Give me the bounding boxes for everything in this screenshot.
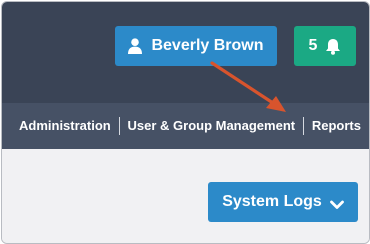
chevron-down-icon (329, 197, 344, 209)
nav-item-administration[interactable]: Administration (2, 117, 119, 135)
top-header: Beverly Brown 5 (2, 2, 369, 103)
nav-item-user-group-management[interactable]: User & Group Management (120, 117, 304, 135)
user-name: Beverly Brown (151, 37, 264, 54)
system-logs-label: System Logs (222, 193, 322, 210)
notifications-button[interactable]: 5 (294, 26, 356, 66)
main-nav: Administration User & Group Management R… (2, 103, 369, 149)
content-area: System Logs (2, 149, 369, 243)
user-icon (128, 38, 143, 54)
app-window: Beverly Brown 5 Administration User & Gr… (1, 1, 370, 244)
user-menu-button[interactable]: Beverly Brown (115, 26, 277, 66)
nav-item-reports[interactable]: Reports (304, 117, 369, 135)
notification-count: 5 (308, 37, 318, 54)
bell-icon (325, 38, 341, 55)
system-logs-dropdown-button[interactable]: System Logs (208, 182, 358, 222)
